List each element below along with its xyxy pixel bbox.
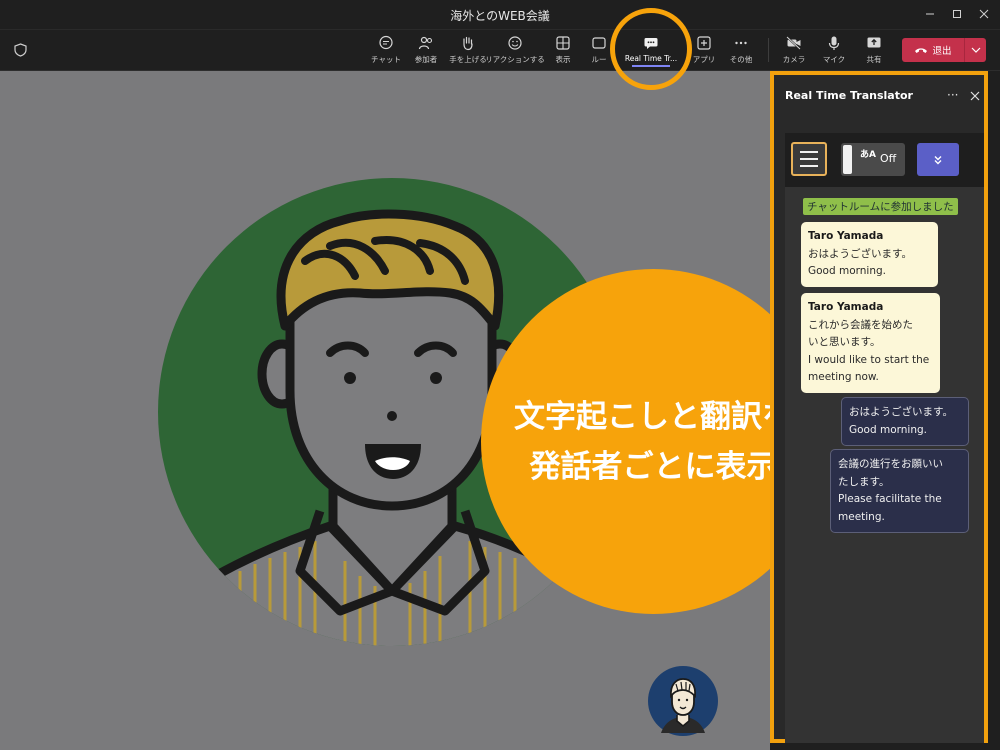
message-bubble-sent: 会議の進行をお願いい たします。 Please facilitate the m… [830, 449, 969, 533]
system-message-joined: チャットルームに参加しました [803, 198, 958, 215]
toolbar-mic-label: マイク [822, 55, 846, 64]
maximize-button[interactable] [944, 2, 970, 26]
message-bubble-sent: おはようございます。 Good morning. [841, 397, 969, 446]
mic-icon [828, 36, 840, 50]
message-line: Good morning. [808, 265, 887, 277]
toggle-knob [843, 145, 852, 174]
message-line: I would like to start the [808, 353, 930, 366]
translate-icon: あA [860, 150, 876, 160]
toolbar-share-button[interactable]: 共有 [850, 33, 898, 67]
message-line: Please facilitate the [838, 493, 942, 505]
more-icon [735, 41, 747, 45]
window-title: 海外とのWEB会議 [450, 9, 550, 23]
rooms-icon [592, 37, 606, 49]
hang-up-icon [915, 48, 928, 53]
scroll-to-bottom-button[interactable] [917, 143, 959, 176]
toolbar-apps-label: アプリ [692, 55, 716, 64]
toolbar-view-label: 表示 [555, 55, 571, 64]
chat-icon [379, 35, 393, 50]
message-line: meeting now. [808, 371, 879, 383]
double-chevron-down-icon [934, 155, 942, 164]
message-line: おはようございます。 [808, 247, 912, 260]
leave-options-button[interactable] [964, 38, 986, 62]
toolbar-camera-label: カメラ [782, 55, 806, 64]
chevron-down-icon [971, 47, 980, 53]
window-close-button[interactable] [971, 2, 997, 26]
title-bar: 海外とのWEB会議 [0, 0, 1000, 30]
close-icon [979, 9, 989, 19]
message-line: おはようございます。 [849, 406, 953, 418]
message-bubble-received: Taro Yamada これから会議を始めた いと思います。 I would l… [801, 293, 940, 393]
panel-close-icon[interactable] [970, 91, 980, 101]
toolbar-reaction-label: リアクションする [485, 55, 545, 64]
toolbar-divider [768, 38, 769, 62]
toolbar-participants-button[interactable]: 参加者 [402, 33, 450, 67]
annotation-highlight-ring [610, 8, 692, 90]
toolbar-rooms-label: ルー [591, 55, 607, 64]
panel-header: Real Time Translator ··· [774, 75, 984, 121]
translation-toggle-button[interactable]: あA Off [841, 143, 905, 176]
add-app-icon [697, 36, 711, 50]
leave-button[interactable]: 退出 [902, 38, 964, 62]
message-line: meeting. [838, 510, 885, 523]
hamburger-menu-button[interactable] [791, 142, 827, 176]
message-sender: Taro Yamada [808, 301, 884, 313]
people-icon [418, 36, 433, 50]
toolbar-reaction-button[interactable]: リアクションする [485, 33, 545, 67]
panel-more-options-icon[interactable]: ··· [947, 88, 958, 102]
real-time-translator-panel: Real Time Translator ··· あA Off チャットルームに… [770, 71, 988, 743]
toolbar-more-button[interactable]: その他 [717, 33, 765, 67]
toolbar-more-label: その他 [729, 55, 753, 64]
meeting-toolbar: チャット 参加者 手を上げる リアクションする 表示 ルー Real Time … [0, 30, 1000, 71]
camera-off-icon [786, 36, 801, 50]
maximize-icon [953, 10, 961, 18]
toolbar-raise-hand-label: 手を上げる [449, 55, 487, 64]
minimize-button[interactable] [917, 2, 943, 26]
message-line: これから会議を始めた [808, 318, 913, 331]
message-sender: Taro Yamada [808, 230, 884, 242]
shield-icon [14, 43, 27, 57]
panel-title: Real Time Translator [785, 89, 913, 102]
translator-controls-bar: あA Off [785, 133, 984, 187]
message-line: 会議の進行をお願いい [838, 458, 943, 470]
message-line: たします。 [838, 475, 890, 488]
message-line: Good morning. [849, 423, 928, 436]
toolbar-participants-label: 参加者 [414, 55, 438, 64]
toolbar-chat-label: チャット [371, 55, 401, 64]
minimize-icon [926, 13, 934, 15]
message-bubble-received: Taro Yamada おはようございます。 Good morning. [801, 222, 938, 287]
hamburger-icon-line [800, 151, 818, 153]
message-line: いと思います。 [808, 336, 881, 348]
hamburger-icon-line [800, 165, 818, 167]
toolbar-share-label: 共有 [866, 55, 882, 64]
self-view-avatar[interactable] [647, 665, 719, 737]
toggle-state-label: Off [880, 152, 897, 165]
grid-view-icon [556, 36, 570, 50]
smile-icon [508, 36, 522, 50]
hamburger-icon-line [800, 158, 818, 160]
share-icon [867, 37, 881, 48]
leave-label: 退出 [932, 46, 952, 57]
translator-app-content: あA Off チャットルームに参加しました Taro Yamada おはようござ… [785, 133, 984, 743]
raise-hand-icon [463, 36, 473, 51]
